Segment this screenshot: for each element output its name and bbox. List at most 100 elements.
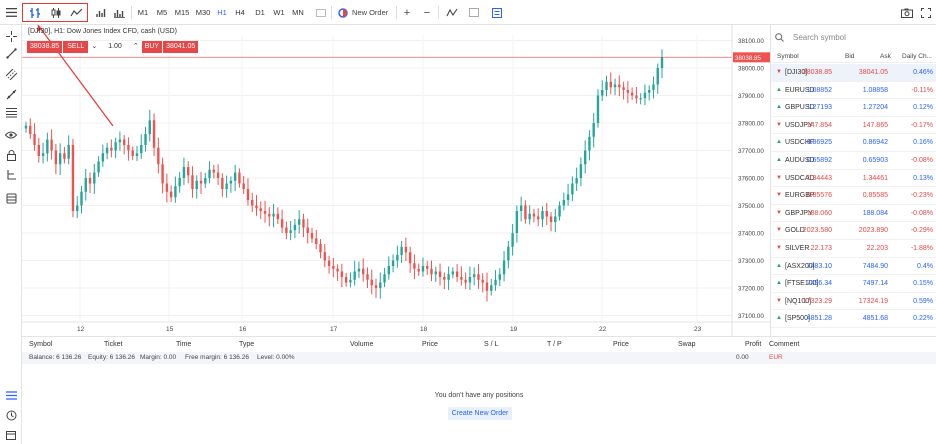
zoom-out-icon[interactable]: − xyxy=(421,4,433,21)
col-daily-change[interactable]: Daily Ch... xyxy=(902,53,932,60)
sell-button[interactable]: SELL xyxy=(63,41,89,53)
ray-icon[interactable] xyxy=(4,87,18,101)
candle-body xyxy=(118,139,122,143)
lock-icon[interactable] xyxy=(4,148,18,162)
candle-body xyxy=(507,246,510,261)
timeframe-m15[interactable]: M15 xyxy=(173,4,191,21)
watchlist-bid: 17323.29 xyxy=(802,297,832,305)
fibonacci-icon[interactable] xyxy=(4,105,18,119)
watchlist-daily-change: 0.12% xyxy=(913,104,933,112)
watchlist-row[interactable]: ▲ USDCHF 0.86925 0.86942 0.16% xyxy=(771,134,936,152)
qty-decrease-icon[interactable]: ⌄ xyxy=(88,41,100,53)
timeframe-w1[interactable]: W1 xyxy=(272,4,286,21)
col-comment[interactable]: Comment xyxy=(769,341,799,348)
watchlist-row[interactable]: ▼ GOLD 2023.580 2023.890 -0.29% xyxy=(771,222,936,240)
watchlist-row[interactable]: ▼ USDJPY 147.854 147.865 -0.17% xyxy=(771,117,936,135)
watchlist-row[interactable]: ▼ EURGBP 0.85576 0.85585 -0.23% xyxy=(771,187,936,205)
zoom-in-icon[interactable]: + xyxy=(401,4,413,21)
search-placeholder[interactable]: Search symbol xyxy=(793,33,846,42)
chart-panel[interactable]: 38100.00 38000.00 37900.00 37800.00 37700.00… xyxy=(22,25,770,336)
candle-body xyxy=(430,268,433,275)
screenshot-icon[interactable] xyxy=(900,4,914,21)
watchlist-row[interactable]: ▼ GBPJPY 188.060 188.084 -0.08% xyxy=(771,205,936,223)
watchlist-row[interactable]: ▼ SILVER 22.173 22.203 -1.88% xyxy=(771,240,936,258)
list-icon[interactable] xyxy=(4,388,18,402)
col-ticket[interactable]: Ticket xyxy=(104,341,122,348)
new-order-button[interactable]: New Order xyxy=(338,4,396,21)
history-icon[interactable] xyxy=(4,408,18,422)
candle-body xyxy=(212,169,216,173)
symbol-search[interactable]: Search symbol xyxy=(775,29,933,45)
grid-icon[interactable] xyxy=(315,4,327,21)
parallel-channel-icon[interactable] xyxy=(4,67,18,81)
trend-line-icon[interactable] xyxy=(4,46,18,60)
candle-body xyxy=(562,200,566,206)
watchlist-row[interactable]: ▼ [NQ100] 17323.29 17324.19 0.59% xyxy=(771,293,936,311)
watchlist-row[interactable]: ▲ AUDUSD 0.65892 0.65903 -0.08% xyxy=(771,152,936,170)
line-chart-icon[interactable] xyxy=(68,4,84,21)
quantity-input[interactable]: 1.00 xyxy=(100,41,130,53)
timeframe-h1[interactable]: H1 xyxy=(215,4,229,21)
candle-body xyxy=(417,268,420,272)
col-symbol[interactable]: Symbol xyxy=(29,341,52,348)
buy-button[interactable]: BUY xyxy=(141,41,163,53)
template-icon[interactable] xyxy=(468,4,480,21)
candle-body xyxy=(135,153,139,156)
watchlist-row[interactable]: ▼ USDCAD 1.34443 1.34461 0.13% xyxy=(771,170,936,188)
create-new-order-button[interactable]: Create New Order xyxy=(448,407,512,420)
col-current-price[interactable]: Price xyxy=(613,341,629,348)
delete-drawings-icon[interactable] xyxy=(4,191,18,205)
sell-price[interactable]: 38038.85 xyxy=(27,41,63,53)
col-symbol[interactable]: Symbol xyxy=(777,53,799,60)
candle-body xyxy=(558,205,561,217)
col-swap[interactable]: Swap xyxy=(678,341,696,348)
watchlist-row[interactable]: ▲ GBPUSD 1.27193 1.27204 0.12% xyxy=(771,99,936,117)
col-price[interactable]: Price xyxy=(422,341,438,348)
col-tp[interactable]: T / P xyxy=(547,341,562,348)
col-ask[interactable]: Ask xyxy=(880,53,891,60)
candle-body xyxy=(571,183,574,195)
timeframe-mn[interactable]: MN xyxy=(290,4,306,21)
candle-body xyxy=(622,87,625,90)
y-tick-label: 38100.00 xyxy=(738,38,764,45)
col-sl[interactable]: S / L xyxy=(484,341,498,348)
watchlist-row[interactable]: ▲ [FTSE100] 7496.34 7497.14 0.15% xyxy=(771,275,936,293)
hierarchy-icon[interactable] xyxy=(4,168,18,182)
watchlist-bid: 0.85576 xyxy=(806,192,832,200)
watchlist-row[interactable]: ▲ [ASX200] 7483.10 7484.90 0.4% xyxy=(771,258,936,276)
menu-icon[interactable] xyxy=(4,4,18,21)
x-tick-label: 23 xyxy=(694,326,702,333)
candles-icon[interactable] xyxy=(48,4,64,21)
volume-icon[interactable] xyxy=(94,4,108,21)
qty-increase-icon[interactable]: ⌃ xyxy=(130,41,142,53)
object-list-icon[interactable] xyxy=(491,4,503,21)
bar-chart-icon[interactable] xyxy=(27,4,43,21)
timeframe-m30[interactable]: M30 xyxy=(194,4,212,21)
col-volume[interactable]: Volume xyxy=(350,341,373,348)
calendar-icon[interactable] xyxy=(4,428,18,442)
timeframe-m1[interactable]: M1 xyxy=(136,4,150,21)
timeframe-h4[interactable]: H4 xyxy=(233,4,247,21)
indicators-icon[interactable] xyxy=(445,4,459,21)
candle-body xyxy=(84,178,87,192)
crosshair-icon[interactable] xyxy=(4,29,18,43)
eye-icon[interactable] xyxy=(4,128,18,142)
candle-body xyxy=(579,164,583,178)
buy-price[interactable]: 38041.05 xyxy=(163,41,199,53)
indicators-bars-icon[interactable] xyxy=(112,4,126,21)
watchlist-row[interactable]: ▲ EURUSD 1.08852 1.08858 -0.11% xyxy=(771,82,936,100)
timeframe-d1[interactable]: D1 xyxy=(253,4,267,21)
watchlist-row[interactable]: ▲ [SP500] 4851.28 4851.68 0.22% xyxy=(771,310,936,328)
col-time[interactable]: Time xyxy=(176,341,191,348)
candlestick-chart[interactable]: 38100.00 38000.00 37900.00 37800.00 37700.00… xyxy=(22,25,770,336)
timeframe-m5[interactable]: M5 xyxy=(155,4,169,21)
col-type[interactable]: Type xyxy=(239,341,254,348)
candle-body xyxy=(652,84,655,90)
candle-body xyxy=(575,178,578,184)
watchlist-row[interactable]: ▼ [DJI30] 38038.85 38041.05 0.46% xyxy=(771,64,936,82)
fullscreen-icon[interactable] xyxy=(920,4,932,21)
col-bid[interactable]: Bid xyxy=(845,53,854,60)
candle-body xyxy=(297,219,301,225)
watchlist-ask: 22.203 xyxy=(866,245,888,252)
col-profit[interactable]: Profit xyxy=(745,341,761,348)
